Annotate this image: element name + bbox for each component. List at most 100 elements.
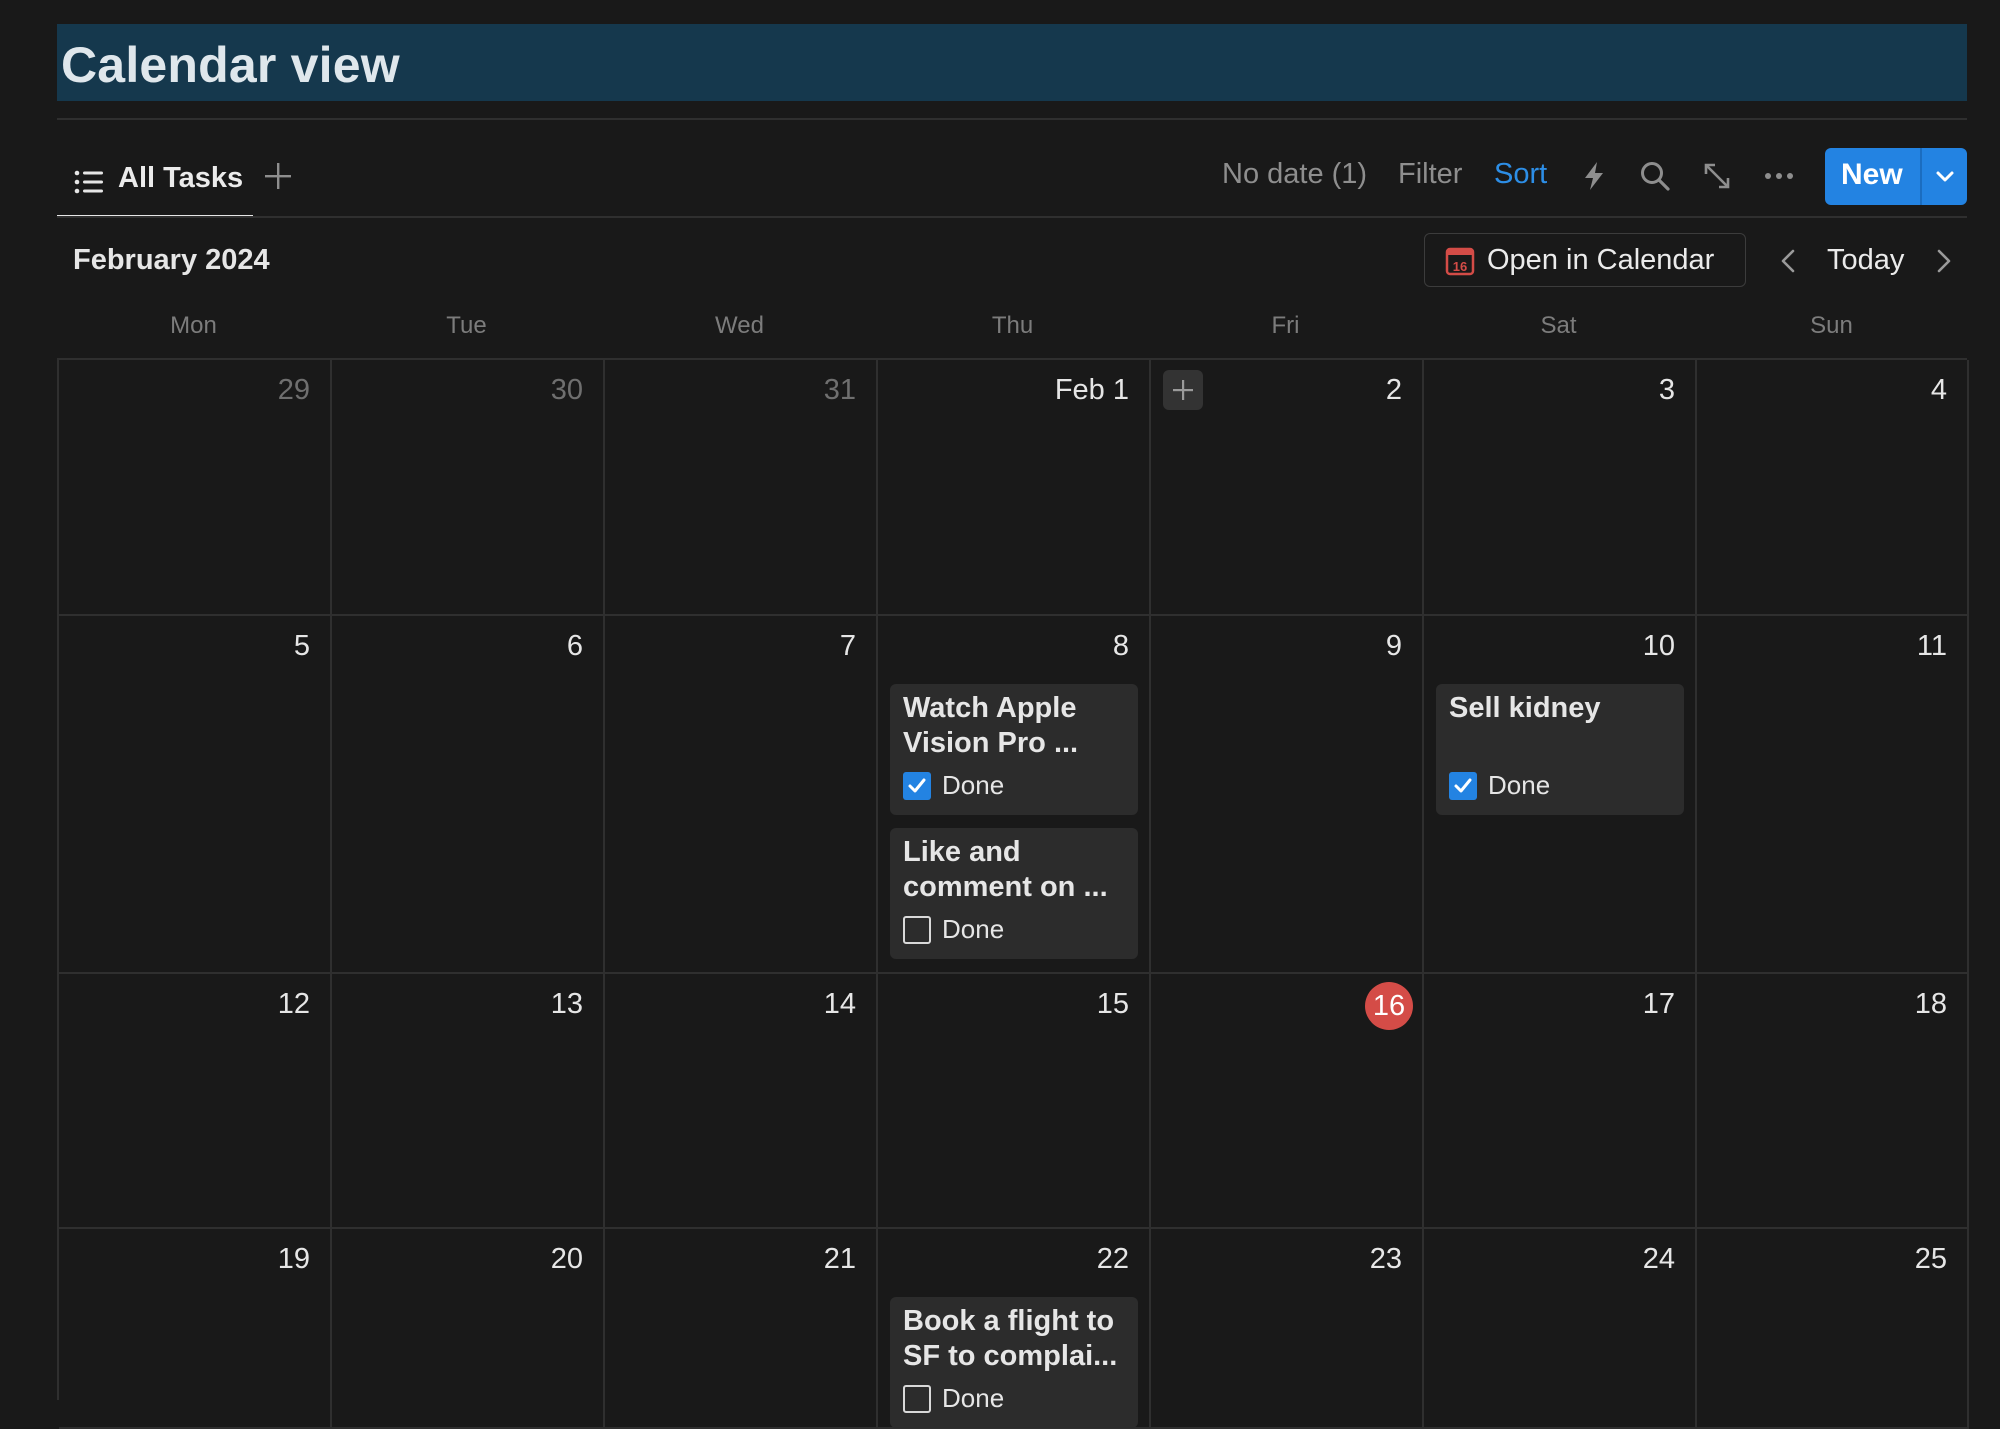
sort-button[interactable]: Sort <box>1494 158 1547 191</box>
day-cell[interactable]: 17 <box>1424 974 1697 1229</box>
day-number: 10 <box>1642 630 1675 662</box>
day-number: 21 <box>823 1243 856 1275</box>
open-in-calendar-button[interactable]: 16 Open in Calendar <box>1424 233 1746 287</box>
new-button[interactable]: New <box>1825 148 1967 205</box>
day-cell[interactable]: Feb 1 <box>878 360 1151 616</box>
day-cell[interactable]: 29 <box>59 360 332 616</box>
day-cell[interactable]: 6 <box>332 616 605 974</box>
day-cell[interactable]: 8 Watch Apple Vision Pro ... Done Like a… <box>878 616 1151 974</box>
day-number: 5 <box>293 630 310 662</box>
day-cell[interactable]: 2 <box>1151 360 1424 616</box>
day-cell[interactable]: 31 <box>605 360 878 616</box>
chevron-left-icon[interactable] <box>1778 246 1798 276</box>
weekday-sun: Sun <box>1810 312 1853 339</box>
day-cell[interactable]: 24 <box>1424 1229 1697 1429</box>
lightning-icon[interactable] <box>1577 159 1611 193</box>
calendar-grid: 29 30 31 Feb 1 2 3 4 5 6 7 8 Watch Apple… <box>57 358 1969 1429</box>
search-icon[interactable] <box>1638 159 1672 193</box>
day-cell[interactable]: 18 <box>1697 974 1969 1229</box>
day-number: 17 <box>1642 988 1675 1020</box>
day-number: 3 <box>1658 374 1675 406</box>
plus-icon[interactable] <box>262 160 294 192</box>
done-label: Done <box>1488 770 1551 800</box>
expand-icon[interactable] <box>1700 159 1734 193</box>
calendar-icon: 16 <box>1445 247 1475 276</box>
day-cell[interactable]: 21 <box>605 1229 878 1429</box>
checkmark-icon <box>1454 778 1472 793</box>
day-cell[interactable]: 30 <box>332 360 605 616</box>
day-number: 23 <box>1369 1243 1402 1275</box>
no-date-button[interactable]: No date (1) <box>1222 158 1367 191</box>
chevron-right-icon[interactable] <box>1934 246 1954 276</box>
today-badge: 16 <box>1365 982 1413 1030</box>
page-title[interactable]: Calendar view <box>61 36 400 94</box>
done-checkbox[interactable] <box>1449 772 1477 800</box>
day-number: 6 <box>566 630 583 662</box>
checkmark-icon <box>908 778 926 793</box>
chevron-down-icon[interactable] <box>1931 162 1959 190</box>
done-checkbox[interactable] <box>903 1385 931 1413</box>
done-label: Done <box>942 1383 1005 1413</box>
day-number: 2 <box>1385 374 1402 406</box>
day-number: 20 <box>550 1243 583 1275</box>
day-cell[interactable]: 5 <box>59 616 332 974</box>
list-icon <box>74 170 103 194</box>
day-number: 12 <box>277 988 310 1020</box>
day-cell[interactable]: 14 <box>605 974 878 1229</box>
day-cell[interactable]: 15 <box>878 974 1151 1229</box>
weekday-mon: Mon <box>170 312 217 339</box>
day-number: 14 <box>823 988 856 1020</box>
plus-icon <box>1173 380 1193 400</box>
divider <box>57 118 1967 120</box>
tab-all-tasks[interactable]: All Tasks <box>57 150 253 218</box>
day-cell[interactable]: 4 <box>1697 360 1969 616</box>
day-number: 4 <box>1930 374 1947 406</box>
day-cell[interactable]: 9 <box>1151 616 1424 974</box>
day-cell[interactable]: 19 <box>59 1229 332 1429</box>
page-title-banner: Calendar view <box>57 24 1967 101</box>
day-number: 29 <box>277 374 310 406</box>
done-checkbox[interactable] <box>903 916 931 944</box>
day-cell[interactable]: 11 <box>1697 616 1969 974</box>
day-cell[interactable]: 13 <box>332 974 605 1229</box>
day-number: 31 <box>823 374 856 406</box>
open-in-calendar-label: Open in Calendar <box>1487 244 1715 276</box>
day-cell-today[interactable]: 16 <box>1151 974 1424 1229</box>
task-title: Sell kidney <box>1449 692 1601 724</box>
day-number: 13 <box>550 988 583 1020</box>
day-number: 30 <box>550 374 583 406</box>
day-number: 25 <box>1914 1243 1947 1275</box>
day-number: 24 <box>1642 1243 1675 1275</box>
day-cell[interactable]: 7 <box>605 616 878 974</box>
day-cell[interactable]: 25 <box>1697 1229 1969 1429</box>
day-number: 18 <box>1914 988 1947 1020</box>
day-cell[interactable]: 3 <box>1424 360 1697 616</box>
task-card[interactable]: Like and comment on ... Done <box>890 828 1138 959</box>
filter-button[interactable]: Filter <box>1398 158 1462 191</box>
task-title: Like and comment on ... <box>903 836 1108 903</box>
day-cell[interactable]: 22 Book a flight to SF to complai... Don… <box>878 1229 1151 1429</box>
day-number: 19 <box>277 1243 310 1275</box>
done-checkbox[interactable] <box>903 772 931 800</box>
day-cell[interactable]: 23 <box>1151 1229 1424 1429</box>
month-title: February 2024 <box>73 244 270 276</box>
task-card[interactable]: Sell kidney Done <box>1436 684 1684 815</box>
add-event-button[interactable] <box>1163 370 1203 410</box>
day-number: 11 <box>1916 630 1947 662</box>
day-cell[interactable]: 20 <box>332 1229 605 1429</box>
day-number: 22 <box>1096 1243 1129 1275</box>
task-title: Book a flight to SF to complai... <box>903 1305 1118 1372</box>
day-number: 9 <box>1385 630 1402 662</box>
day-number: 8 <box>1112 630 1129 662</box>
weekday-wed: Wed <box>715 312 764 339</box>
task-title: Watch Apple Vision Pro ... <box>903 692 1079 759</box>
task-card[interactable]: Watch Apple Vision Pro ... Done <box>890 684 1138 815</box>
day-cell[interactable]: 12 <box>59 974 332 1229</box>
more-icon[interactable] <box>1762 159 1796 193</box>
weekday-thu: Thu <box>991 312 1034 339</box>
day-cell[interactable]: 10 Sell kidney Done <box>1424 616 1697 974</box>
today-button[interactable]: Today <box>1827 244 1904 277</box>
weekday-sat: Sat <box>1540 312 1577 339</box>
done-label: Done <box>942 914 1005 944</box>
task-card[interactable]: Book a flight to SF to complai... Done <box>890 1297 1138 1428</box>
